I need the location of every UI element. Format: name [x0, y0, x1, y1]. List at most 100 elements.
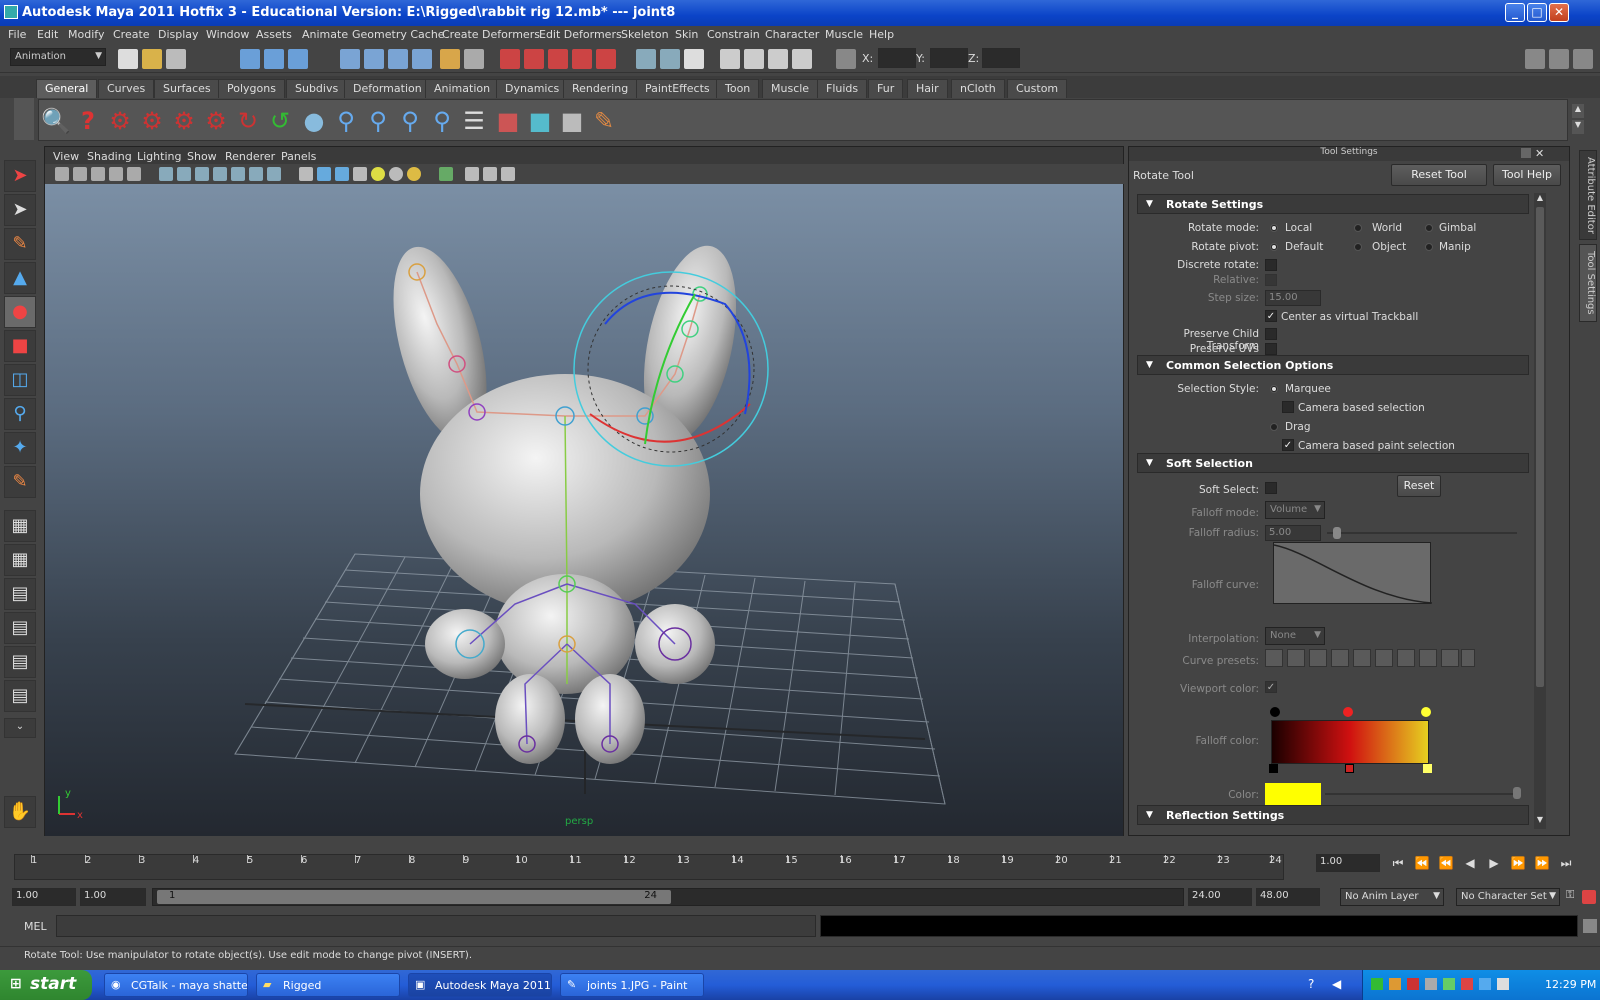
- soft-selection-header[interactable]: ▼ Soft Selection: [1137, 453, 1529, 473]
- help-icon[interactable]: ?: [73, 106, 103, 136]
- preset-curve-icon[interactable]: [1441, 649, 1459, 667]
- rotate-settings-header[interactable]: ▼ Rotate Settings: [1137, 194, 1529, 214]
- lasso-tool-icon[interactable]: ➤: [4, 194, 36, 226]
- rotate-tool-icon[interactable]: ●: [4, 296, 36, 328]
- tab-fur[interactable]: Fur: [868, 79, 904, 98]
- z-field[interactable]: [982, 48, 1020, 68]
- tab-tool-settings[interactable]: Tool Settings: [1579, 244, 1597, 322]
- render-settings-icon[interactable]: [792, 49, 812, 69]
- tray-icon[interactable]: [1497, 978, 1509, 990]
- hud-toggle-icon[interactable]: [501, 167, 515, 181]
- single-perspective-layout-icon[interactable]: ▦: [4, 510, 36, 542]
- image-plane-icon[interactable]: [109, 167, 123, 181]
- absolute-transform-icon[interactable]: [836, 49, 856, 69]
- drag-radio[interactable]: [1270, 423, 1278, 431]
- playback-end-field[interactable]: 24.00: [1188, 888, 1252, 906]
- show-manip-icon[interactable]: ✦: [4, 432, 36, 464]
- tab-deformation[interactable]: Deformation: [344, 79, 431, 98]
- menu-muscle[interactable]: Muscle: [825, 28, 863, 41]
- panel-menu-panels[interactable]: Panels: [281, 150, 316, 163]
- gear-icon[interactable]: ⚙: [137, 106, 167, 136]
- soft-select-reset-button[interactable]: Reset: [1397, 475, 1441, 497]
- graph-editor-layout-icon[interactable]: ▤: [4, 680, 36, 712]
- end-time-field[interactable]: 48.00: [1256, 888, 1320, 906]
- joint-icon[interactable]: ⚲: [395, 106, 425, 136]
- tool-help-button[interactable]: Tool Help: [1493, 164, 1561, 186]
- bookmarks-icon[interactable]: [91, 167, 105, 181]
- menu-create[interactable]: Create: [113, 28, 150, 41]
- joint-icon[interactable]: ⚲: [363, 106, 393, 136]
- field-chart-icon[interactable]: [231, 167, 245, 181]
- tab-curves[interactable]: Curves: [98, 79, 155, 98]
- preserve-child-checkbox[interactable]: [1265, 328, 1277, 340]
- close-button[interactable]: ✕: [1549, 3, 1569, 22]
- camera-select-icon[interactable]: [55, 167, 69, 181]
- save-scene-icon[interactable]: [166, 49, 186, 69]
- auto-key-icon[interactable]: [1582, 890, 1596, 904]
- tab-fluids[interactable]: Fluids: [817, 79, 868, 98]
- menu-character[interactable]: Character: [765, 28, 819, 41]
- move-tool-icon[interactable]: ▲: [4, 262, 36, 294]
- preset-curve-icon[interactable]: [1461, 649, 1475, 667]
- isolate-select-icon[interactable]: [439, 167, 453, 181]
- soft-mod-icon[interactable]: ⚲: [4, 398, 36, 430]
- sphere-icon[interactable]: ●: [299, 106, 329, 136]
- menu-file[interactable]: File: [8, 28, 26, 41]
- falloff-radius-field[interactable]: 5.00: [1265, 525, 1321, 541]
- lasso-icon[interactable]: ↻: [233, 106, 263, 136]
- pick-mask-curves-icon[interactable]: [388, 49, 408, 69]
- select-component-icon[interactable]: [288, 49, 308, 69]
- preset-curve-icon[interactable]: [1353, 649, 1371, 667]
- current-time-field[interactable]: 1.00: [1316, 854, 1380, 872]
- menu-display[interactable]: Display: [158, 28, 199, 41]
- color-swatch[interactable]: [1265, 783, 1321, 805]
- color-slider[interactable]: [1325, 793, 1521, 795]
- render-frame-icon[interactable]: [744, 49, 764, 69]
- anim-layer-dropdown[interactable]: No Anim Layer ▼: [1340, 888, 1444, 906]
- preset-curve-icon[interactable]: [1375, 649, 1393, 667]
- four-view-layout-icon[interactable]: ▦: [4, 544, 36, 576]
- pick-mask-icon[interactable]: [340, 49, 360, 69]
- preset-curve-icon[interactable]: [1309, 649, 1327, 667]
- falloff-color-ramp[interactable]: [1271, 720, 1429, 764]
- tray-icon[interactable]: [1425, 978, 1437, 990]
- pick-mask-joints-icon[interactable]: [364, 49, 384, 69]
- shelf-menu-handle[interactable]: [14, 98, 34, 140]
- command-language-label[interactable]: MEL: [24, 920, 47, 933]
- ipr-render-icon[interactable]: [768, 49, 788, 69]
- select-tool-icon[interactable]: ➤: [4, 160, 36, 192]
- key-icon[interactable]: ⚿: [1566, 888, 1580, 906]
- tab-attribute-editor[interactable]: Attribute Editor: [1579, 150, 1597, 240]
- scrollbar-thumb[interactable]: [1536, 207, 1544, 687]
- shelf-scroll-up[interactable]: ▲: [1572, 104, 1584, 118]
- tool-settings-scrollbar[interactable]: ▲ ▼: [1534, 193, 1546, 829]
- last-tool-icon[interactable]: ✎: [4, 466, 36, 498]
- falloff-mode-dropdown[interactable]: Volume ▼: [1265, 501, 1325, 519]
- time-ruler[interactable]: 1 2 3 4 5 6 7 8 9 10 11 12 13 14 15 16 1…: [14, 854, 1284, 880]
- go-to-end-icon[interactable]: ⏭: [1554, 852, 1578, 874]
- open-scene-icon[interactable]: [142, 49, 162, 69]
- panel-menu-renderer[interactable]: Renderer: [225, 150, 275, 163]
- x-field[interactable]: [878, 48, 916, 68]
- lock-selection-icon[interactable]: [440, 49, 460, 69]
- menu-create-deformers[interactable]: Create Deformers: [442, 28, 540, 41]
- menu-assets[interactable]: Assets: [256, 28, 292, 41]
- history-input-icon[interactable]: [636, 49, 656, 69]
- joint-icon[interactable]: ⚲: [331, 106, 361, 136]
- tab-general[interactable]: General: [36, 79, 98, 98]
- snap-point-icon[interactable]: [548, 49, 568, 69]
- viewport-3d[interactable]: persp y x: [45, 184, 1123, 836]
- preset-curve-icon[interactable]: [1331, 649, 1349, 667]
- tab-custom[interactable]: Custom: [1007, 79, 1068, 98]
- menu-constrain[interactable]: Constrain: [707, 28, 760, 41]
- preset-curve-icon[interactable]: [1265, 649, 1283, 667]
- toggle-attribute-editor-icon[interactable]: [1525, 49, 1545, 69]
- tray-icon[interactable]: [1479, 978, 1491, 990]
- rotate-pivot-default-radio[interactable]: [1270, 243, 1278, 251]
- camera-based-selection-checkbox[interactable]: [1282, 401, 1294, 413]
- ramp-marker-mid[interactable]: [1345, 764, 1354, 773]
- menu-animate[interactable]: Animate: [302, 28, 348, 41]
- common-selection-header[interactable]: ▼ Common Selection Options: [1137, 355, 1529, 375]
- tray-icon[interactable]: [1461, 978, 1473, 990]
- scroll-up-icon[interactable]: ▲: [1535, 193, 1545, 205]
